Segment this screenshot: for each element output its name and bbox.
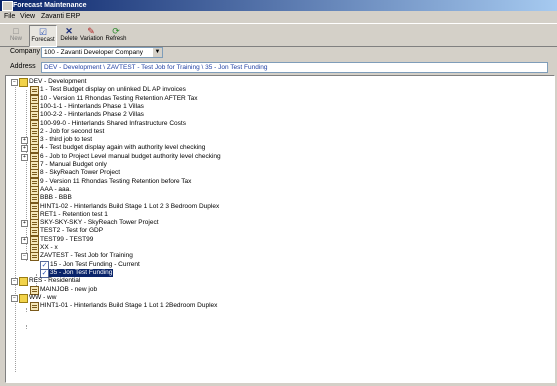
menu-zavanti-erp[interactable]: Zavanti ERP	[41, 13, 80, 21]
collapse-icon[interactable]: −	[11, 79, 18, 86]
job-icon	[30, 302, 39, 312]
title-bar: Forecast Maintenance	[0, 0, 557, 11]
address-value: DEV - Development \ ZAVTEST - Test Job f…	[44, 64, 268, 71]
tree-connector-dev	[26, 90, 27, 261]
expand-icon[interactable]: +	[21, 220, 28, 228]
new-icon: □	[13, 26, 19, 36]
address-label: Address	[10, 63, 36, 70]
toolbar: □ New ☑ Forecast ✕ Delete ✎ Variation ⟳ …	[0, 23, 557, 47]
address-row: Address DEV - Development \ ZAVTEST - Te…	[0, 61, 557, 73]
company-value: 100 - Zavanti Developer Company	[44, 49, 143, 56]
delete-icon: ✕	[65, 26, 73, 36]
delete-button[interactable]: ✕ Delete	[57, 25, 81, 45]
forecast-button[interactable]: ☑ Forecast	[29, 25, 57, 47]
tree-connector-ww	[26, 325, 27, 329]
variation-icon: ✎	[87, 26, 95, 36]
variation-button[interactable]: ✎ Variation	[80, 25, 103, 45]
collapse-icon[interactable]: −	[21, 253, 28, 261]
address-breadcrumb[interactable]: DEV - Development \ ZAVTEST - Test Job f…	[41, 62, 548, 73]
company-select[interactable]: 100 - Zavanti Developer Company ▼	[41, 47, 163, 58]
forecast-icon: ☑	[38, 27, 48, 37]
folder-icon	[19, 293, 28, 303]
menu-file[interactable]: File	[4, 13, 15, 21]
folder-icon	[19, 78, 28, 87]
job-tree[interactable]: − DEV - Development 1 - Test Budget disp…	[5, 75, 555, 383]
window-title: Forecast Maintenance	[13, 2, 87, 9]
expand-icon[interactable]: +	[21, 236, 28, 244]
chevron-down-icon[interactable]: ▼	[153, 48, 162, 57]
refresh-icon: ⟳	[112, 26, 120, 36]
folder-icon	[19, 277, 28, 287]
company-row: Company 100 - Zavanti Developer Company …	[0, 46, 557, 58]
tree-connector-res	[26, 308, 27, 312]
collapse-icon[interactable]: −	[11, 278, 18, 286]
expand-icon[interactable]: +	[21, 153, 28, 161]
new-button[interactable]: □ New	[3, 25, 29, 45]
expand-icon[interactable]: +	[21, 145, 28, 153]
app-icon	[2, 1, 13, 11]
expand-icon[interactable]: +	[21, 137, 28, 145]
tree-connector-root	[15, 83, 16, 372]
job-icon	[30, 252, 39, 262]
collapse-icon[interactable]: −	[11, 294, 18, 302]
refresh-button[interactable]: ⟳ Refresh	[104, 25, 128, 45]
menu-bar: File View Zavanti ERP	[0, 12, 557, 22]
menu-view[interactable]: View	[20, 13, 35, 21]
company-label: Company	[10, 48, 40, 55]
